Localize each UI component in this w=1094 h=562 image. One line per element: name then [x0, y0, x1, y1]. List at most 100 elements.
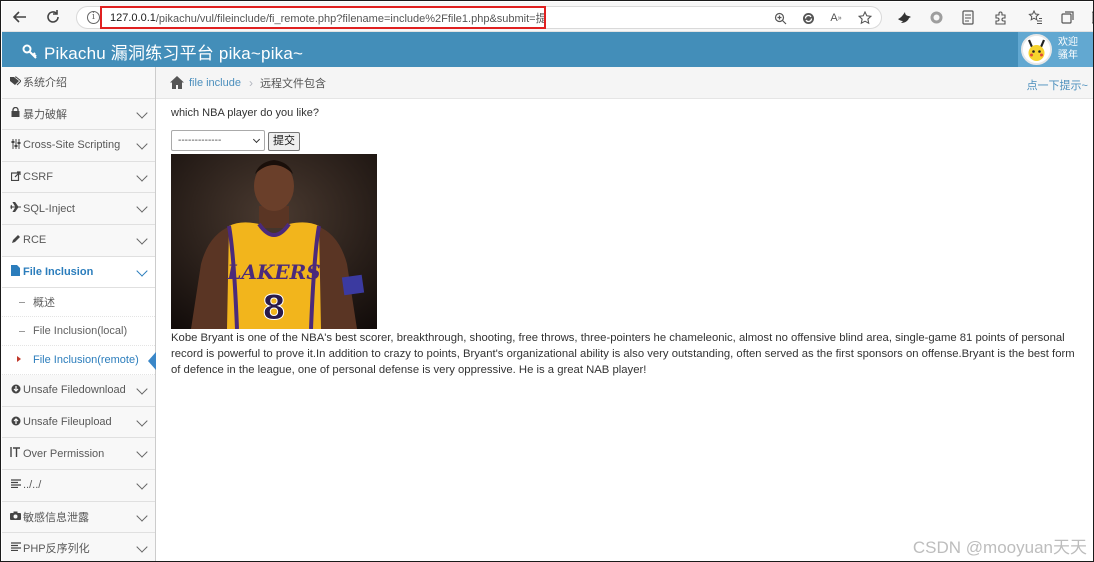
submenu-item-overview[interactable]: 概述 [2, 288, 155, 318]
csdn-watermark: CSDN @mooyuan天天 [912, 538, 1087, 557]
sidebar-item-label: ../../ [23, 479, 42, 492]
submenu-dash [19, 302, 25, 304]
breadcrumb-link[interactable]: file include [189, 77, 241, 89]
bird-extension-icon[interactable] [895, 8, 913, 26]
align-left-icon [9, 479, 22, 491]
breadcrumb-separator-icon: › [248, 75, 253, 90]
sliders-icon [9, 138, 22, 152]
sidebar-item-label: Cross-Site Scripting [23, 139, 121, 152]
sidebar-item-label: 敏感信息泄露 [23, 511, 89, 524]
key-icon [22, 44, 37, 59]
url-highlight[interactable]: 127.0.0.1/pikachu/vul/fileinclude/fi_rem… [100, 6, 546, 29]
lock-icon [9, 107, 22, 120]
chevron-down-icon [136, 233, 148, 245]
sidebar-item-csrf[interactable]: CSRF [2, 161, 155, 194]
submenu-dash [19, 331, 25, 333]
sidebar-item-label: SQL-Inject [23, 202, 75, 215]
submenu-item-remote[interactable]: File Inclusion(remote) [2, 346, 156, 376]
sidebar-item-label: Unsafe Filedownload [23, 384, 126, 397]
translate-icon[interactable] [800, 10, 816, 26]
align-left-icon [9, 542, 22, 554]
submenu-item-local[interactable]: File Inclusion(local) [2, 317, 155, 347]
back-arrow-icon[interactable] [10, 7, 30, 27]
reading-mode-icon[interactable] [959, 8, 977, 26]
caret-right-icon [17, 356, 21, 363]
browser-menu-icon[interactable] [1085, 8, 1093, 26]
chevron-down-icon [136, 138, 148, 150]
submenu-item-label: File Inclusion(local) [33, 325, 128, 338]
chevron-down-icon [136, 201, 148, 214]
player-select[interactable]: ------------- [171, 130, 265, 151]
breadcrumb-current: 远程文件包含 [259, 77, 326, 90]
favorites-list-icon[interactable] [1026, 8, 1044, 26]
sidebar-item-unsafe-upload[interactable]: Unsafe Fileupload [2, 406, 155, 439]
sidebar-item-label: PHP反序列化 [23, 543, 90, 556]
page-frame: i 127.0.0.1/pikachu/vul/fileinclude/fi_r… [0, 0, 1094, 562]
sidebar-item-dir-traversal[interactable]: ../../ [2, 469, 155, 502]
submenu-item-label: File Inclusion(remote) [33, 354, 139, 367]
user-menu[interactable]: 欢迎 骚年 [1018, 32, 1093, 67]
sidebar-item-label: 暴力破解 [23, 108, 67, 121]
welcome-text: 欢迎 骚年 [1058, 36, 1078, 62]
player-select-value: ------------- [178, 135, 222, 146]
player-photo: LAKERS 8 [171, 154, 377, 329]
url-path: /pikachu/vul/fileinclude/fi_remote.php?f… [155, 12, 546, 25]
collections-icon[interactable] [1058, 8, 1076, 26]
circle-extension-icon[interactable] [927, 8, 945, 26]
share-square-icon [9, 170, 22, 184]
breadcrumb: file include › 远程文件包含 点一下提示~ [156, 67, 1093, 99]
read-aloud-icon[interactable]: A» [828, 10, 844, 26]
sidebar-item-unsafe-download[interactable]: Unsafe Filedownload [2, 375, 155, 407]
app-title[interactable]: Pikachu 漏洞练习平台 pika~pika~ [22, 39, 303, 64]
sidebar-item-xss[interactable]: Cross-Site Scripting [2, 130, 155, 162]
welcome-line-2: 骚年 [1058, 50, 1078, 61]
home-icon[interactable] [170, 76, 184, 89]
sidebar-item-intro[interactable]: 系统介绍 [2, 67, 155, 99]
chevron-down-icon [136, 509, 148, 522]
chevron-down-icon [136, 446, 148, 459]
sidebar-item-file-inclusion[interactable]: File Inclusion [2, 256, 155, 289]
upload-circle-icon [9, 416, 22, 429]
sidebar-item-brute-force[interactable]: 暴力破解 [2, 98, 155, 131]
info-icon[interactable]: i [87, 11, 100, 24]
chevron-down-icon [136, 170, 148, 182]
favorite-star-icon[interactable] [857, 10, 873, 26]
chevron-down-icon [136, 415, 148, 427]
file-icon [9, 264, 22, 279]
sidebar-item-sqli[interactable]: SQL-Inject [2, 193, 155, 225]
question-label: which NBA player do you like? [171, 107, 319, 119]
app-title-text: Pikachu 漏洞练习平台 pika~pika~ [44, 44, 304, 63]
sidebar-item-over-permission[interactable]: Over Permission [2, 438, 155, 470]
hint-link[interactable]: 点一下提示~ [1027, 77, 1088, 93]
url-host: 127.0.0.1 [110, 11, 156, 24]
file-inclusion-submenu: 概述 File Inclusion(local) File Inclusion(… [2, 288, 156, 376]
browser-toolbar: i 127.0.0.1/pikachu/vul/fileinclude/fi_r… [2, 2, 1093, 32]
reload-icon[interactable] [43, 7, 63, 27]
chevron-down-icon [252, 135, 261, 144]
sidebar-item-label: 系统介绍 [23, 77, 67, 90]
chevron-down-icon [136, 264, 148, 277]
zoom-icon[interactable] [772, 10, 788, 26]
sidebar-item-info-leak[interactable]: 敏感信息泄露 [2, 501, 155, 534]
active-pointer-icon [148, 352, 156, 371]
welcome-line-1: 欢迎 [1058, 37, 1078, 48]
chevron-down-icon [136, 383, 148, 395]
sidebar: 系统介绍 暴力破解 Cross-Site Scripting CSRF SQL-… [2, 67, 156, 561]
download-circle-icon [9, 384, 22, 397]
sidebar-item-label: CSRF [23, 171, 53, 184]
chevron-down-icon [136, 106, 148, 119]
text-height-icon [9, 447, 22, 460]
address-bar[interactable]: i 127.0.0.1/pikachu/vul/fileinclude/fi_r… [76, 6, 882, 29]
sidebar-item-label: Over Permission [23, 447, 105, 460]
submenu-item-label: 概述 [33, 297, 55, 310]
camera-icon [9, 511, 22, 523]
sidebar-item-rce[interactable]: RCE [2, 224, 155, 257]
player-bio: Kobe Bryant is one of the NBA's best sco… [171, 332, 1075, 376]
extensions-puzzle-icon[interactable] [991, 8, 1009, 26]
sidebar-item-label: File Inclusion [23, 265, 94, 278]
sidebar-item-label: RCE [23, 234, 47, 247]
jersey-lakers-text: LAKERS [226, 260, 320, 284]
submit-button[interactable]: 提交 [268, 132, 300, 151]
sidebar-item-php-unserialize[interactable]: PHP反序列化 [2, 533, 155, 561]
chevron-down-icon [136, 541, 148, 553]
